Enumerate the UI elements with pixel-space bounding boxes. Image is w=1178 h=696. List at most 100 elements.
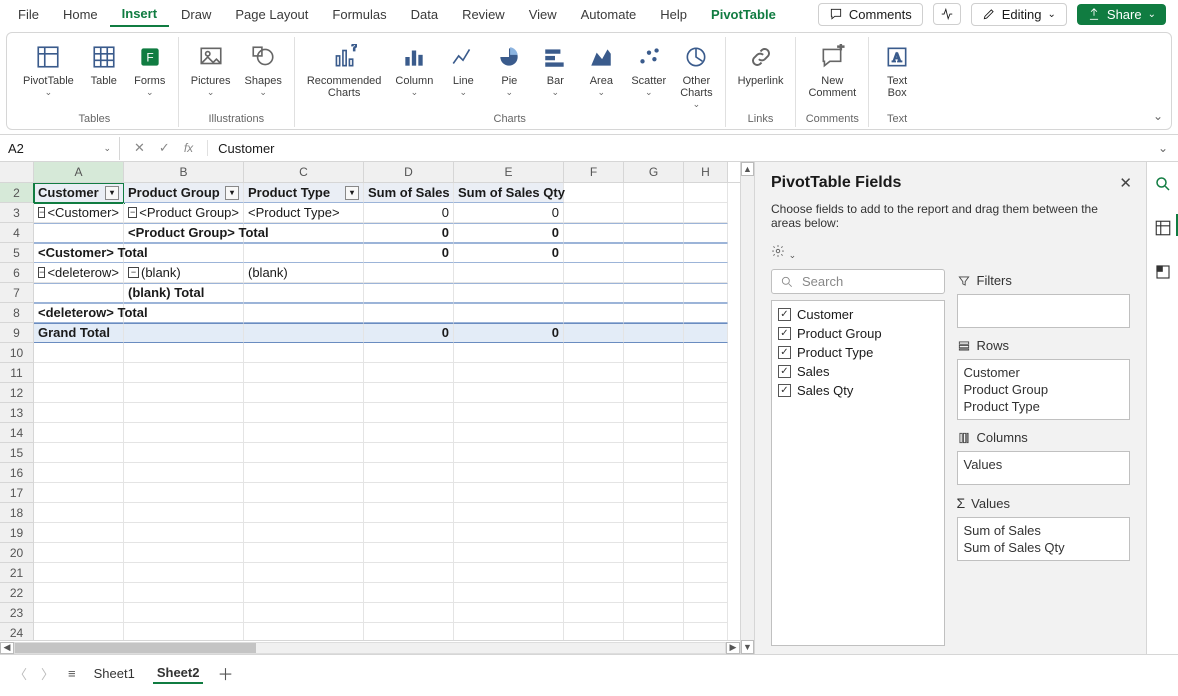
table-button[interactable]: Table (84, 39, 124, 100)
cell[interactable] (684, 363, 728, 383)
cell-A8[interactable]: <deleterow> Total (34, 303, 124, 323)
cell[interactable] (564, 343, 624, 363)
cell[interactable] (244, 423, 364, 443)
cell[interactable] (684, 443, 728, 463)
cell[interactable] (244, 443, 364, 463)
row-header-5[interactable]: 5 (0, 243, 34, 263)
cell-F7[interactable] (564, 283, 624, 303)
cell-B2[interactable]: Product Group ▾ (124, 183, 244, 203)
checkbox-icon[interactable]: ✓ (778, 365, 791, 378)
cell[interactable] (454, 523, 564, 543)
checkbox-icon[interactable]: ✓ (778, 384, 791, 397)
cell[interactable] (34, 543, 124, 563)
cell-A5[interactable]: <Customer> Total (34, 243, 124, 263)
cell[interactable] (684, 403, 728, 423)
cell-E3[interactable]: 0 (454, 203, 564, 223)
cell[interactable] (124, 403, 244, 423)
row-header[interactable]: 10 (0, 343, 34, 363)
cell[interactable] (624, 403, 684, 423)
cell[interactable] (124, 543, 244, 563)
row-item[interactable]: Product Type (964, 398, 1124, 415)
filter-dropdown-icon[interactable]: ▾ (345, 186, 359, 200)
row-header[interactable]: 15 (0, 443, 34, 463)
cell-A2[interactable]: Customer ▾ (34, 183, 124, 203)
cell-D9[interactable]: 0 (364, 323, 454, 343)
row-header[interactable]: 14 (0, 423, 34, 443)
cell[interactable] (684, 563, 728, 583)
cell[interactable] (684, 463, 728, 483)
col-header-A[interactable]: A (34, 162, 124, 182)
cell[interactable] (454, 623, 564, 640)
cell-B4[interactable]: <Product Group> Total (124, 223, 244, 243)
filter-dropdown-icon[interactable]: ▾ (225, 186, 239, 200)
field-search-input[interactable]: Search (771, 269, 945, 294)
cell[interactable] (244, 543, 364, 563)
cell-C5[interactable] (244, 243, 364, 263)
row-header[interactable]: 20 (0, 543, 34, 563)
cell[interactable] (364, 363, 454, 383)
cell[interactable] (34, 503, 124, 523)
cell-E6[interactable] (454, 263, 564, 283)
cell-D6[interactable] (364, 263, 454, 283)
cell-F3[interactable] (564, 203, 624, 223)
tab-home[interactable]: Home (51, 3, 110, 26)
cell[interactable] (454, 403, 564, 423)
cell[interactable] (244, 563, 364, 583)
cell-F2[interactable] (564, 183, 624, 203)
comments-button[interactable]: Comments (818, 3, 923, 26)
cell-G2[interactable] (624, 183, 684, 203)
cell[interactable] (684, 583, 728, 603)
row-header-7[interactable]: 7 (0, 283, 34, 303)
search-pane-button[interactable] (1147, 170, 1178, 198)
col-header-E[interactable]: E (454, 162, 564, 182)
field-sales-qty[interactable]: ✓Sales Qty (778, 381, 938, 400)
vertical-scrollbar[interactable]: ▲ ▼ (740, 162, 754, 654)
cell[interactable] (684, 623, 728, 640)
ribbon-collapse-button[interactable]: ⌄ (1153, 109, 1163, 123)
cell[interactable] (244, 603, 364, 623)
cell[interactable] (684, 383, 728, 403)
cell[interactable] (624, 543, 684, 563)
cell[interactable] (624, 383, 684, 403)
col-header-D[interactable]: D (364, 162, 454, 182)
cell[interactable] (564, 483, 624, 503)
cell[interactable] (364, 443, 454, 463)
filter-dropdown-icon[interactable]: ▾ (105, 186, 119, 200)
cell-C6[interactable]: (blank) (244, 263, 364, 283)
cell[interactable] (34, 483, 124, 503)
cell-C7[interactable] (244, 283, 364, 303)
cell[interactable] (244, 483, 364, 503)
filters-drop-area[interactable] (957, 294, 1131, 328)
cell[interactable] (34, 383, 124, 403)
cell-H9[interactable] (684, 323, 728, 343)
cell-A4[interactable] (34, 223, 124, 243)
cell[interactable] (564, 403, 624, 423)
cell-G7[interactable] (624, 283, 684, 303)
bar-chart-button[interactable]: Bar⌄ (535, 39, 575, 112)
cell-B7[interactable]: (blank) Total (124, 283, 244, 303)
cell[interactable] (624, 483, 684, 503)
cell[interactable] (34, 563, 124, 583)
cell[interactable] (244, 503, 364, 523)
scroll-down-icon[interactable]: ▼ (741, 640, 754, 654)
horizontal-scrollbar[interactable]: ◀ ▶ (0, 640, 740, 654)
cell-H4[interactable] (684, 223, 728, 243)
cell-G3[interactable] (624, 203, 684, 223)
catch-up-button[interactable] (933, 3, 961, 25)
row-header[interactable]: 23 (0, 603, 34, 623)
cell[interactable] (124, 443, 244, 463)
cell[interactable] (364, 603, 454, 623)
cell[interactable] (624, 603, 684, 623)
cell[interactable] (454, 543, 564, 563)
cell[interactable] (244, 523, 364, 543)
checkbox-icon[interactable]: ✓ (778, 327, 791, 340)
cell[interactable] (364, 343, 454, 363)
shapes-button[interactable]: Shapes⌄ (241, 39, 286, 100)
add-sheet-button[interactable]: ＋ (217, 661, 233, 685)
cell[interactable] (454, 443, 564, 463)
all-sheets-button[interactable]: ≡ (68, 666, 76, 681)
next-sheet-button[interactable]: 〉 (41, 664, 54, 683)
cell-A3[interactable]: −<Customer> (34, 203, 124, 223)
cell-F8[interactable] (564, 303, 624, 323)
cell[interactable] (124, 463, 244, 483)
